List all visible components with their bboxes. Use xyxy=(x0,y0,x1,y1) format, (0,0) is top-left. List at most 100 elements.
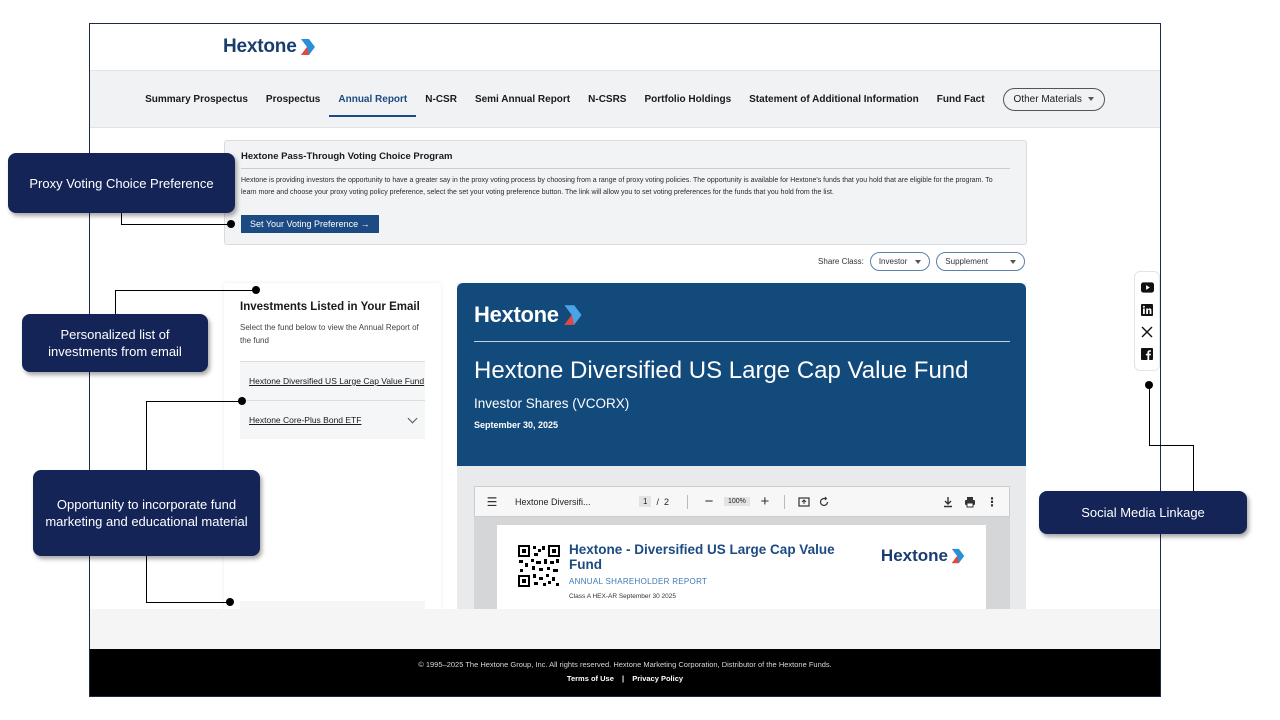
share-class-label: Share Class: xyxy=(818,257,864,266)
zoom-out-icon[interactable]: − xyxy=(702,493,716,510)
callout-marketing-material: Opportunity to incorporate fund marketin… xyxy=(33,470,260,556)
rotate-icon[interactable] xyxy=(817,495,831,509)
nav-portfolio-holdings[interactable]: Portfolio Holdings xyxy=(644,88,731,111)
more-options-icon[interactable]: ⋮ xyxy=(985,495,999,509)
connector-line xyxy=(146,401,242,402)
voting-program-title: Hextone Pass-Through Voting Choice Progr… xyxy=(241,151,1010,169)
zoom-in-icon[interactable]: + xyxy=(758,493,772,510)
fund-title: Hextone Diversified US Large Cap Value F… xyxy=(474,357,969,384)
document-type-value: Supplement xyxy=(945,257,988,266)
toolbar-divider xyxy=(686,494,688,509)
fit-page-icon[interactable] xyxy=(797,495,811,509)
nav-fund-fact[interactable]: Fund Fact xyxy=(937,88,985,111)
fund-link[interactable]: Hextone Diversified US Large Cap Value F… xyxy=(249,376,424,386)
investments-subtitle: Select the fund below to view the Annual… xyxy=(240,323,419,345)
connector-line xyxy=(121,224,230,225)
hextone-logo[interactable]: Hextone xyxy=(223,36,317,58)
pdf-canvas[interactable]: Hextone - Diversified US Large Cap Value… xyxy=(474,517,1010,623)
report-date: September 30, 2025 xyxy=(474,420,559,430)
document-nav: Summary Prospectus Prospectus Annual Rep… xyxy=(90,70,1160,128)
connector-dot xyxy=(252,286,260,294)
annual-report-viewer: Hextone Hextone Diversified US Large Cap… xyxy=(457,283,1026,623)
voting-program-text: Hextone is providing investors the oppor… xyxy=(241,177,993,196)
fund-item[interactable]: Hextone Diversified US Large Cap Value F… xyxy=(240,361,425,400)
connector-line xyxy=(1193,445,1194,491)
youtube-icon[interactable] xyxy=(1140,281,1154,294)
callout-personalized-list: Personalized list of investments from em… xyxy=(22,314,208,372)
report-hero: Hextone Hextone Diversified US Large Cap… xyxy=(457,283,1026,466)
investments-title: Investments Listed in Your Email xyxy=(240,301,420,313)
logo-mark-icon xyxy=(564,305,582,325)
pdf-class-line: Class A HEX-AR September 30 2025 xyxy=(569,593,676,600)
logo-text: Hextone xyxy=(223,36,297,57)
linkedin-icon[interactable] xyxy=(1141,303,1154,316)
logo-mark-icon xyxy=(951,548,965,564)
share-class-value: Investor xyxy=(878,257,908,266)
page-number-input[interactable]: 1 xyxy=(639,496,652,507)
print-icon[interactable] xyxy=(963,495,977,509)
connector-dot xyxy=(238,397,246,405)
pdf-logo: Hextone xyxy=(881,546,966,566)
page-separator: / xyxy=(656,496,659,507)
pdf-file-name: Hextone Diversifi... xyxy=(515,496,591,507)
annotated-screenshot: Hextone Summary Prospectus Prospectus An… xyxy=(0,0,1280,720)
fund-document-page: Hextone Summary Prospectus Prospectus An… xyxy=(89,23,1161,697)
pdf-report-type: ANNUAL SHAREHOLDER REPORT xyxy=(569,577,708,586)
page-total: 2 xyxy=(663,496,669,507)
x-icon[interactable] xyxy=(1141,326,1154,339)
callout-proxy-voting: Proxy Voting Choice Preference xyxy=(8,153,235,213)
fund-item[interactable]: Hextone Core-Plus Bond ETF xyxy=(240,400,425,439)
terms-of-use-link[interactable]: Terms of Use xyxy=(564,674,617,683)
share-class-selector: Share Class: Investor Supplement xyxy=(818,252,1025,271)
nav-n-csrs[interactable]: N-CSRS xyxy=(588,88,626,111)
nav-annual-report[interactable]: Annual Report xyxy=(329,88,417,117)
footer-spacer xyxy=(90,609,1160,649)
facebook-icon[interactable] xyxy=(1141,348,1154,361)
share-class-select[interactable]: Investor xyxy=(869,252,931,271)
set-voting-preference-button[interactable]: Set Your Voting Preference → xyxy=(241,215,379,233)
nav-n-csr[interactable]: N-CSR xyxy=(425,88,457,111)
connector-line xyxy=(1149,385,1150,446)
connector-line xyxy=(146,401,147,470)
logo-mark-icon xyxy=(300,39,315,55)
share-class-subtitle: Investor Shares (VCORX) xyxy=(474,396,630,411)
document-type-select[interactable]: Supplement xyxy=(936,252,1025,271)
investments-panel: Investments Listed in Your Email Select … xyxy=(224,283,441,623)
nav-summary-prospectus[interactable]: Summary Prospectus xyxy=(145,88,248,111)
hero-logo-text: Hextone xyxy=(474,302,559,327)
qr-code-icon xyxy=(517,544,561,588)
connector-dot xyxy=(226,598,234,606)
hero-logo: Hextone xyxy=(474,302,584,328)
menu-icon[interactable]: ☰ xyxy=(485,495,499,509)
fund-link[interactable]: Hextone Core-Plus Bond ETF xyxy=(249,415,361,425)
site-footer: © 1995–2025 The Hextone Group, Inc. All … xyxy=(90,649,1160,696)
caret-down-icon xyxy=(915,259,922,264)
zoom-level[interactable]: 100% xyxy=(723,497,750,506)
other-materials-dropdown[interactable]: Other Materials xyxy=(1002,87,1105,111)
nav-prospectus[interactable]: Prospectus xyxy=(266,88,320,111)
nav-statement-additional-info[interactable]: Statement of Additional Information xyxy=(749,88,919,111)
privacy-policy-link[interactable]: Privacy Policy xyxy=(629,674,686,683)
connector-line xyxy=(1149,445,1193,446)
connector-line xyxy=(115,290,256,291)
voting-program-box: Hextone Pass-Through Voting Choice Progr… xyxy=(224,140,1027,245)
toolbar-divider xyxy=(783,494,785,509)
chevron-down-icon[interactable] xyxy=(407,413,418,424)
connector-line xyxy=(121,213,122,224)
copyright-text: © 1995–2025 The Hextone Group, Inc. All … xyxy=(418,660,832,669)
hero-divider xyxy=(474,341,1010,342)
nav-semi-annual-report[interactable]: Semi Annual Report xyxy=(475,88,570,111)
connector-line xyxy=(115,290,116,314)
connector-dot xyxy=(227,220,235,228)
other-materials-label: Other Materials xyxy=(1013,93,1082,105)
pdf-logo-text: Hextone xyxy=(880,546,948,565)
callout-social-media: Social Media Linkage xyxy=(1039,491,1247,534)
connector-line xyxy=(146,602,230,603)
connector-line xyxy=(146,556,147,602)
pdf-document-title: Hextone - Diversified US Large Cap Value… xyxy=(569,542,835,572)
download-icon[interactable] xyxy=(941,495,955,509)
footer-links: Terms of Use | Privacy Policy xyxy=(90,674,1160,683)
caret-down-icon xyxy=(1087,97,1094,101)
footer-divider: | xyxy=(621,674,625,683)
caret-down-icon xyxy=(1010,259,1016,264)
